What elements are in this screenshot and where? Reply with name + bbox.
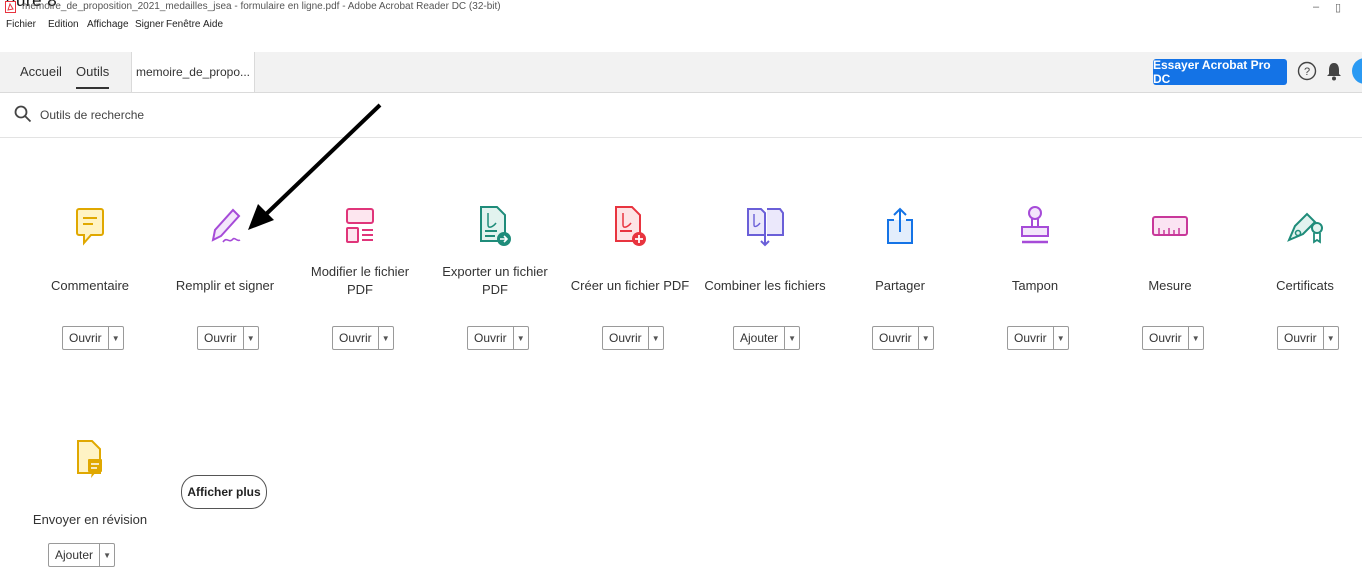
tool-label: Combiner les fichiers <box>704 278 826 293</box>
open-button[interactable]: Ouvrir ▼ <box>467 326 529 350</box>
tool-search-bar[interactable]: Outils de recherche <box>0 93 1362 138</box>
chevron-down-icon[interactable]: ▼ <box>109 327 123 349</box>
add-button[interactable]: Ajouter ▼ <box>733 326 801 350</box>
tool-label: Exporter un fichier PDF <box>442 264 548 297</box>
menu-affichage[interactable]: Affichage <box>87 19 129 30</box>
tab-outils[interactable]: Outils <box>76 64 110 89</box>
show-more-button[interactable]: Afficher plus <box>181 475 267 509</box>
open-button[interactable]: Ouvrir ▼ <box>872 326 934 350</box>
title-bar: memoire_de_proposition_2021_medailles_js… <box>0 0 1362 17</box>
chevron-down-icon[interactable]: ▼ <box>1324 327 1338 349</box>
open-button[interactable]: Ouvrir ▼ <box>62 326 124 350</box>
svg-text:?: ? <box>1304 66 1310 78</box>
try-button-label: Essayer Acrobat Pro DC <box>1153 58 1271 86</box>
comment-icon <box>68 203 112 249</box>
tool-label: Tampon <box>1011 278 1059 293</box>
tool-label: Commentaire <box>50 278 130 293</box>
chevron-down-icon[interactable]: ▼ <box>514 327 528 349</box>
help-icon[interactable]: ? <box>1297 61 1317 81</box>
document-tab-label: memoire_de_propo... <box>135 65 251 79</box>
send-review-icon <box>68 437 112 483</box>
menu-edition[interactable]: Edition <box>48 19 79 30</box>
open-button[interactable]: Ouvrir ▼ <box>1142 326 1204 350</box>
open-button[interactable]: Ouvrir ▼ <box>332 326 394 350</box>
menu-bar: Fichier Edition Affichage Signer Fenêtre… <box>0 17 1362 33</box>
avatar[interactable] <box>1352 58 1362 84</box>
open-button[interactable]: Ouvrir ▼ <box>1277 326 1339 350</box>
window-title: memoire_de_proposition_2021_medailles_js… <box>22 1 501 12</box>
search-icon <box>14 105 32 123</box>
chevron-down-icon[interactable]: ▼ <box>785 327 799 349</box>
stamp-icon <box>1013 203 1057 249</box>
open-button[interactable]: Ouvrir ▼ <box>1007 326 1069 350</box>
certificate-icon <box>1283 203 1327 249</box>
create-pdf-icon <box>608 203 652 249</box>
tool-label: Créer un fichier PDF <box>570 278 690 293</box>
annotation-arrow-icon <box>248 103 382 230</box>
menu-signer[interactable]: Signer <box>135 19 164 30</box>
tab-document[interactable]: memoire_de_propo... <box>131 52 255 92</box>
chevron-down-icon[interactable]: ▼ <box>1054 327 1068 349</box>
share-icon <box>878 203 922 249</box>
show-more-label: Afficher plus <box>187 485 261 499</box>
chevron-down-icon[interactable]: ▼ <box>244 327 258 349</box>
acrobat-logo-icon <box>5 1 16 13</box>
measure-icon <box>1148 203 1192 249</box>
search-input[interactable]: Outils de recherche <box>40 108 144 122</box>
tool-label: Partager <box>875 278 925 293</box>
menu-fichier[interactable]: Fichier <box>6 19 36 30</box>
chevron-down-icon[interactable]: ▼ <box>100 544 114 566</box>
menu-aide[interactable]: Aide <box>203 19 223 30</box>
open-button[interactable]: Ouvrir ▼ <box>197 326 259 350</box>
tab-bar: Accueil Outils memoire_de_propo... Essay… <box>0 52 1362 93</box>
open-button[interactable]: Ouvrir ▼ <box>602 326 664 350</box>
tool-label: Modifier le fichier PDF <box>310 264 410 297</box>
tab-accueil[interactable]: Accueil <box>20 64 62 79</box>
combine-files-icon <box>743 203 787 249</box>
tool-label: Certificats <box>1276 278 1334 293</box>
chevron-down-icon[interactable]: ▼ <box>649 327 663 349</box>
chevron-down-icon[interactable]: ▼ <box>919 327 933 349</box>
minimize-button[interactable]: – <box>1313 1 1319 13</box>
chevron-down-icon[interactable]: ▼ <box>1189 327 1203 349</box>
notification-bell-icon[interactable] <box>1326 62 1342 81</box>
tool-label: Mesure <box>1148 278 1192 293</box>
export-pdf-icon <box>473 203 517 249</box>
menu-fenetre[interactable]: Fenêtre <box>166 19 200 30</box>
try-acrobat-pro-button[interactable]: Essayer Acrobat Pro DC <box>1153 58 1287 86</box>
chevron-down-icon[interactable]: ▼ <box>379 327 393 349</box>
restore-button[interactable]: ▯ <box>1335 1 1341 14</box>
tool-label: Remplir et signer <box>175 278 275 293</box>
add-button[interactable]: Ajouter ▼ <box>48 543 116 567</box>
tool-label: Envoyer en révision <box>32 512 148 527</box>
